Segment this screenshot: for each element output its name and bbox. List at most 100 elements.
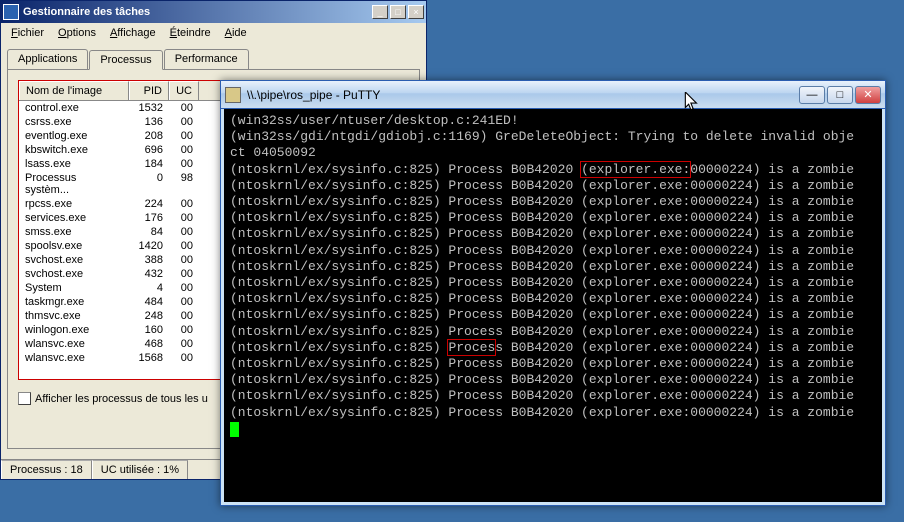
cell-name: spoolsv.exe: [19, 239, 129, 253]
cell-pid: 224: [129, 197, 169, 211]
cell-name: kbswitch.exe: [19, 143, 129, 157]
cell-pid: 208: [129, 129, 169, 143]
cell-uc: 00: [169, 143, 199, 157]
cell-uc: 00: [169, 129, 199, 143]
putty-close-button[interactable]: ✕: [855, 86, 881, 104]
menu-options[interactable]: Options: [52, 25, 102, 41]
putty-icon: [225, 87, 241, 103]
terminal-line: (ntoskrnl/ex/sysinfo.c:825) Process B0B4…: [230, 405, 876, 421]
cell-name: lsass.exe: [19, 157, 129, 171]
cell-uc: 00: [169, 295, 199, 309]
terminal-area[interactable]: (win32ss/user/ntuser/desktop.c:241ED!(wi…: [221, 109, 885, 505]
cell-uc: 00: [169, 281, 199, 295]
terminal-line: (ntoskrnl/ex/sysinfo.c:825) Process B0B4…: [230, 178, 876, 194]
cell-name: taskmgr.exe: [19, 295, 129, 309]
highlight-box: Proces: [448, 340, 495, 355]
cell-name: Processus systèm...: [19, 171, 129, 197]
putty-titlebar[interactable]: \\.\pipe\ros_pipe - PuTTY — □ ✕: [221, 81, 885, 109]
close-button[interactable]: ×: [408, 5, 424, 19]
cell-name: control.exe: [19, 101, 129, 115]
cell-uc: 00: [169, 337, 199, 351]
minimize-button[interactable]: _: [372, 5, 388, 19]
cell-name: rpcss.exe: [19, 197, 129, 211]
cell-name: wlansvc.exe: [19, 337, 129, 351]
tab-processus[interactable]: Processus: [89, 50, 162, 70]
terminal-line: (win32ss/gdi/ntgdi/gdiobj.c:1169) GreDel…: [230, 129, 876, 145]
cell-name: winlogon.exe: [19, 323, 129, 337]
putty-title: \\.\pipe\ros_pipe - PuTTY: [247, 88, 799, 102]
cell-name: wlansvc.exe: [19, 351, 129, 365]
status-process-count: Processus : 18: [1, 460, 92, 479]
terminal-line: (ntoskrnl/ex/sysinfo.c:825) Process B0B4…: [230, 388, 876, 404]
cell-name: thmsvc.exe: [19, 309, 129, 323]
cell-uc: 00: [169, 323, 199, 337]
cell-pid: 184: [129, 157, 169, 171]
putty-maximize-button[interactable]: □: [827, 86, 853, 104]
cell-name: services.exe: [19, 211, 129, 225]
col-uc-header[interactable]: UC: [169, 81, 199, 100]
status-cpu-usage: UC utilisée : 1%: [92, 460, 188, 479]
cell-uc: 00: [169, 253, 199, 267]
terminal-line: (ntoskrnl/ex/sysinfo.c:825) Process B0B4…: [230, 291, 876, 307]
cell-pid: 1420: [129, 239, 169, 253]
titlebar[interactable]: Gestionnaire des tâches _ □ ×: [1, 1, 426, 23]
cell-pid: 136: [129, 115, 169, 129]
cell-pid: 388: [129, 253, 169, 267]
cell-pid: 160: [129, 323, 169, 337]
terminal-line: (ntoskrnl/ex/sysinfo.c:825) Process B0B4…: [230, 194, 876, 210]
menu-affichage[interactable]: Affichage: [104, 25, 162, 41]
terminal-line: (ntoskrnl/ex/sysinfo.c:825) Process B0B4…: [230, 210, 876, 226]
terminal-line: (ntoskrnl/ex/sysinfo.c:825) Process B0B4…: [230, 356, 876, 372]
cell-pid: 1532: [129, 101, 169, 115]
cell-uc: 00: [169, 197, 199, 211]
app-icon: [3, 4, 19, 20]
terminal-line: (ntoskrnl/ex/sysinfo.c:825) Process B0B4…: [230, 372, 876, 388]
cell-name: eventlog.exe: [19, 129, 129, 143]
terminal-line: (ntoskrnl/ex/sysinfo.c:825) Process B0B4…: [230, 162, 876, 178]
cell-uc: 00: [169, 211, 199, 225]
col-pid-header[interactable]: PID: [129, 81, 169, 100]
maximize-button[interactable]: □: [390, 5, 406, 19]
menu-aide[interactable]: Aide: [219, 25, 253, 41]
cell-pid: 1568: [129, 351, 169, 365]
terminal-line: (ntoskrnl/ex/sysinfo.c:825) Process B0B4…: [230, 259, 876, 275]
cell-pid: 468: [129, 337, 169, 351]
cell-pid: 176: [129, 211, 169, 225]
cell-pid: 0: [129, 171, 169, 197]
terminal-line: ct 04050092: [230, 145, 876, 161]
cell-name: svchost.exe: [19, 253, 129, 267]
cell-uc: 98: [169, 171, 199, 197]
terminal-line: (ntoskrnl/ex/sysinfo.c:825) Process B0B4…: [230, 340, 876, 356]
terminal-line: (ntoskrnl/ex/sysinfo.c:825) Process B0B4…: [230, 243, 876, 259]
cell-uc: 00: [169, 351, 199, 365]
terminal-cursor: [230, 422, 239, 437]
cell-pid: 84: [129, 225, 169, 239]
tab-applications[interactable]: Applications: [7, 49, 88, 69]
cell-pid: 696: [129, 143, 169, 157]
menu-eteindre[interactable]: Éteindre: [164, 25, 217, 41]
cell-uc: 00: [169, 239, 199, 253]
cell-pid: 248: [129, 309, 169, 323]
putty-minimize-button[interactable]: —: [799, 86, 825, 104]
cell-name: System: [19, 281, 129, 295]
cell-uc: 00: [169, 225, 199, 239]
cell-uc: 00: [169, 157, 199, 171]
cell-pid: 4: [129, 281, 169, 295]
menubar: Fichier Options Affichage Éteindre Aide: [1, 23, 426, 43]
checkbox-icon: [18, 392, 31, 405]
menu-fichier[interactable]: Fichier: [5, 25, 50, 41]
terminal-line: (win32ss/user/ntuser/desktop.c:241ED!: [230, 113, 876, 129]
cell-uc: 00: [169, 115, 199, 129]
cell-uc: 00: [169, 309, 199, 323]
cell-uc: 00: [169, 267, 199, 281]
terminal-line: (ntoskrnl/ex/sysinfo.c:825) Process B0B4…: [230, 226, 876, 242]
cell-name: csrss.exe: [19, 115, 129, 129]
col-name-header[interactable]: Nom de l'image: [19, 81, 129, 100]
cell-pid: 432: [129, 267, 169, 281]
checkbox-label: Afficher les processus de tous les u: [35, 393, 208, 405]
cell-name: smss.exe: [19, 225, 129, 239]
putty-window: \\.\pipe\ros_pipe - PuTTY — □ ✕ (win32ss…: [220, 80, 886, 506]
highlight-box: (explorer.exe:: [581, 162, 690, 177]
cell-uc: 00: [169, 101, 199, 115]
tab-performance[interactable]: Performance: [164, 49, 249, 69]
